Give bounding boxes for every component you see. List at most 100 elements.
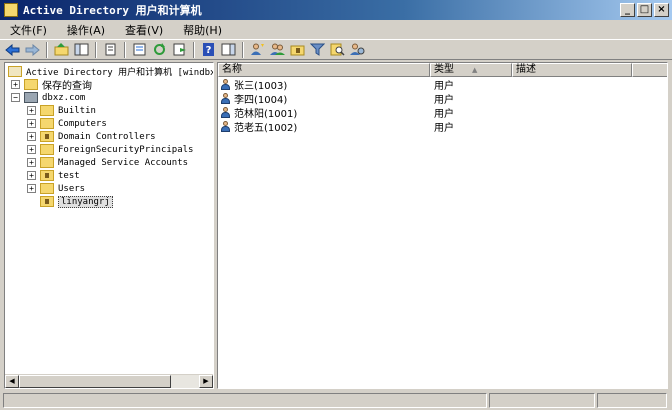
expand-icon[interactable]: + bbox=[27, 106, 36, 115]
expand-icon[interactable]: + bbox=[27, 132, 36, 141]
scrollbar-thumb[interactable] bbox=[19, 375, 171, 388]
ou-folder-icon bbox=[40, 196, 54, 207]
tree-item-domain-controllers[interactable]: + Domain Controllers bbox=[27, 130, 156, 143]
forward-arrow-icon[interactable] bbox=[24, 42, 41, 58]
sort-ascending-icon: ▲ bbox=[472, 66, 478, 74]
tree-root[interactable]: Active Directory 用户和计算机 [windbxz bbox=[8, 65, 213, 78]
folder-icon bbox=[24, 79, 38, 90]
export-list-icon[interactable] bbox=[171, 42, 188, 58]
console-tree[interactable]: Active Directory 用户和计算机 [windbxz + 保存的查询… bbox=[4, 62, 214, 389]
object-type: 用户 bbox=[434, 122, 454, 134]
tree-item-foreign-security-principals[interactable]: + ForeignSecurityPrincipals bbox=[27, 143, 193, 156]
close-button[interactable]: × bbox=[654, 3, 669, 17]
maximize-button[interactable]: □ bbox=[637, 3, 652, 17]
back-arrow-icon[interactable] bbox=[4, 42, 21, 58]
find-icon[interactable] bbox=[329, 42, 346, 58]
tree-item-users[interactable]: + Users bbox=[27, 182, 85, 195]
tree-item-computers[interactable]: + Computers bbox=[27, 117, 107, 130]
ou-folder-icon bbox=[40, 170, 54, 181]
user-icon bbox=[220, 106, 231, 118]
add-to-group-icon[interactable] bbox=[349, 42, 366, 58]
menu-help[interactable]: 帮助(H) bbox=[179, 21, 226, 39]
status-cell-tertiary bbox=[597, 393, 667, 408]
minimize-button[interactable]: _ bbox=[620, 3, 635, 17]
column-header-description[interactable]: 描述 bbox=[512, 63, 632, 77]
refresh-icon[interactable] bbox=[151, 42, 168, 58]
tree-item-label-selected: linyangrj bbox=[58, 195, 113, 208]
expand-icon[interactable]: + bbox=[27, 145, 36, 154]
status-cell-secondary bbox=[489, 393, 595, 408]
toolbar-separator bbox=[95, 41, 97, 58]
user-icon bbox=[220, 120, 231, 132]
object-type: 用户 bbox=[434, 108, 454, 120]
tree-item-label: Computers bbox=[58, 118, 107, 129]
user-name: 李四(1004) bbox=[234, 94, 288, 106]
tree-item-managed-service-accounts[interactable]: + Managed Service Accounts bbox=[27, 156, 188, 169]
tree-item-builtin[interactable]: + Builtin bbox=[27, 104, 96, 117]
user-icon bbox=[220, 78, 231, 90]
folder-icon bbox=[40, 118, 54, 129]
toolbar-separator bbox=[46, 41, 48, 58]
user-name: 范老五(1002) bbox=[234, 122, 298, 134]
action-pane-icon[interactable] bbox=[220, 42, 237, 58]
status-cell-main bbox=[3, 393, 487, 408]
list-item[interactable]: 张三(1003) 用户 bbox=[220, 77, 660, 92]
list-item[interactable]: 范老五(1002) 用户 bbox=[220, 119, 660, 134]
column-header-label: 描述 bbox=[516, 64, 536, 75]
tree-item-linyangrj[interactable]: linyangrj bbox=[27, 195, 113, 208]
menu-action[interactable]: 操作(A) bbox=[63, 21, 109, 39]
expand-icon[interactable]: + bbox=[27, 119, 36, 128]
add-group-icon[interactable] bbox=[269, 42, 286, 58]
up-folder-icon[interactable] bbox=[53, 42, 70, 58]
user-icon bbox=[220, 92, 231, 104]
toolbar-separator bbox=[242, 41, 244, 58]
scroll-right-icon[interactable]: ▶ bbox=[199, 375, 213, 388]
tree-item-label: Managed Service Accounts bbox=[58, 157, 189, 168]
folder-icon bbox=[40, 105, 54, 116]
menu-bar: 文件(F) 操作(A) 查看(V) 帮助(H) bbox=[0, 20, 672, 39]
column-header-label: 类型 bbox=[434, 64, 454, 75]
status-bar bbox=[0, 391, 672, 410]
tree-item-saved-queries[interactable]: + 保存的查询 bbox=[11, 78, 92, 92]
column-header-filler bbox=[632, 63, 667, 77]
help-icon[interactable]: ? bbox=[200, 42, 217, 58]
toolbar-separator bbox=[193, 41, 195, 58]
menu-file[interactable]: 文件(F) bbox=[6, 21, 51, 39]
tree-horizontal-scrollbar[interactable]: ◀ ▶ bbox=[5, 374, 213, 388]
toolbar: ? bbox=[0, 39, 672, 60]
scroll-left-icon[interactable]: ◀ bbox=[5, 375, 19, 388]
list-item[interactable]: 李四(1004) 用户 bbox=[220, 91, 660, 106]
expand-icon[interactable]: + bbox=[27, 184, 36, 193]
ad-root-icon bbox=[8, 66, 22, 77]
user-name: 张三(1003) bbox=[234, 80, 288, 92]
object-type: 用户 bbox=[434, 80, 454, 92]
collapse-icon[interactable]: − bbox=[11, 93, 20, 102]
expand-icon[interactable]: + bbox=[11, 80, 20, 89]
expand-icon[interactable]: + bbox=[27, 158, 36, 167]
column-header-name[interactable]: 名称 bbox=[218, 63, 430, 77]
ou-folder-icon bbox=[40, 131, 54, 142]
results-list[interactable]: 名称 类型 ▲ 描述 张三(1003) 用户 李四(1004) 用户 范林阳(10… bbox=[217, 62, 668, 389]
domain-icon bbox=[24, 92, 38, 103]
expand-icon[interactable]: + bbox=[27, 171, 36, 180]
filter-icon[interactable] bbox=[309, 42, 326, 58]
folder-icon bbox=[40, 157, 54, 168]
folder-icon bbox=[40, 144, 54, 155]
copy-icon[interactable] bbox=[102, 42, 119, 58]
tree-item-domain[interactable]: − dbxz.com bbox=[11, 91, 85, 104]
tree-item-label: 保存的查询 bbox=[42, 81, 92, 92]
title-bar: Active Directory 用户和计算机 _ □ × bbox=[0, 0, 672, 20]
tree-item-label: Builtin bbox=[58, 105, 96, 116]
object-type: 用户 bbox=[434, 94, 454, 106]
list-item[interactable]: 范林阳(1001) 用户 bbox=[220, 105, 660, 120]
add-ou-icon[interactable] bbox=[289, 42, 306, 58]
add-user-icon[interactable] bbox=[249, 42, 266, 58]
properties-icon[interactable] bbox=[131, 42, 148, 58]
ad-app-icon bbox=[4, 3, 18, 17]
folder-icon bbox=[40, 183, 54, 194]
column-header-type[interactable]: 类型 ▲ bbox=[430, 63, 512, 77]
tree-item-test[interactable]: + test bbox=[27, 169, 80, 182]
show-hide-tree-icon[interactable] bbox=[73, 42, 90, 58]
tree-item-label: ForeignSecurityPrincipals bbox=[58, 144, 194, 155]
menu-view[interactable]: 查看(V) bbox=[121, 21, 167, 39]
